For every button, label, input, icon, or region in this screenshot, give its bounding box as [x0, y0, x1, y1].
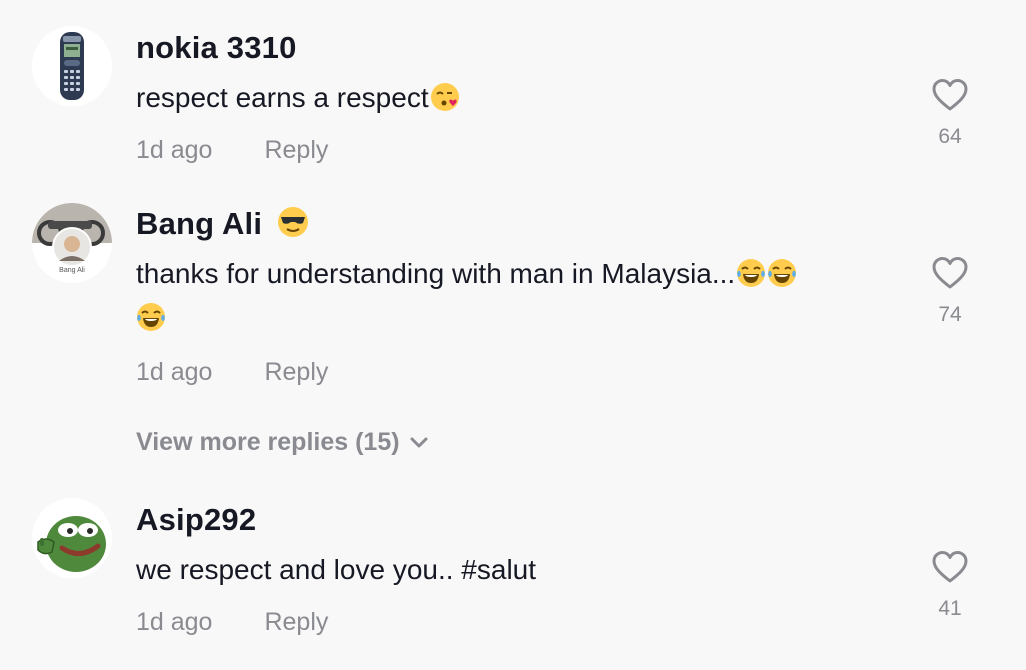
view-more-replies-button[interactable]: View more replies (15) [136, 428, 428, 457]
comment-meta: 1d ago Reply [136, 358, 328, 387]
like-count: 74 [938, 303, 962, 326]
pepe-frog-icon [32, 498, 112, 578]
reply-button[interactable]: Reply [264, 136, 328, 164]
avatar[interactable]: Bang Ali [32, 203, 112, 283]
nokia-phone-icon [32, 26, 112, 106]
username[interactable]: nokia 3310 [136, 30, 297, 66]
heart-icon[interactable] [931, 78, 969, 112]
chevron-down-icon [410, 437, 428, 448]
like-button[interactable]: 64 [926, 78, 974, 149]
reply-button[interactable]: Reply [264, 358, 328, 386]
username[interactable]: Asip292 [136, 502, 256, 538]
kiss-emoji-icon [430, 83, 459, 111]
timestamp: 1d ago [136, 358, 213, 386]
timestamp: 1d ago [136, 136, 213, 164]
username[interactable]: Bang Ali [136, 206, 309, 242]
comment-text-content: thanks for understanding with man in Mal… [136, 258, 736, 289]
heart-icon[interactable] [931, 256, 969, 290]
avatar[interactable] [32, 498, 112, 578]
view-more-label: View more replies (15) [136, 428, 400, 456]
sunglasses-emoji-icon [278, 207, 309, 237]
username-text: Bang Ali [136, 206, 263, 241]
laughing-tears-emoji-icon [737, 259, 766, 287]
comment-text: respect earns a respect [136, 76, 896, 120]
avatar[interactable] [32, 26, 112, 106]
laughing-tears-emoji-icon [137, 303, 165, 331]
heart-icon[interactable] [931, 550, 969, 584]
comment-text: we respect and love you.. #salut [136, 554, 537, 585]
avatar-caption: Bang Ali [59, 267, 85, 274]
like-button[interactable]: 74 [926, 256, 974, 327]
like-count: 64 [938, 125, 962, 148]
like-button[interactable]: 41 [926, 550, 974, 621]
comment-text: thanks for understanding with man in Mal… [136, 252, 896, 340]
comment-text-content: respect earns a respect [136, 82, 429, 113]
like-count: 41 [938, 597, 962, 620]
comment-meta: 1d ago Reply [136, 136, 328, 165]
laughing-tears-emoji-icon [768, 259, 797, 287]
comment-meta: 1d ago Reply [136, 608, 328, 637]
timestamp: 1d ago [136, 608, 213, 636]
reply-button[interactable]: Reply [264, 608, 328, 636]
